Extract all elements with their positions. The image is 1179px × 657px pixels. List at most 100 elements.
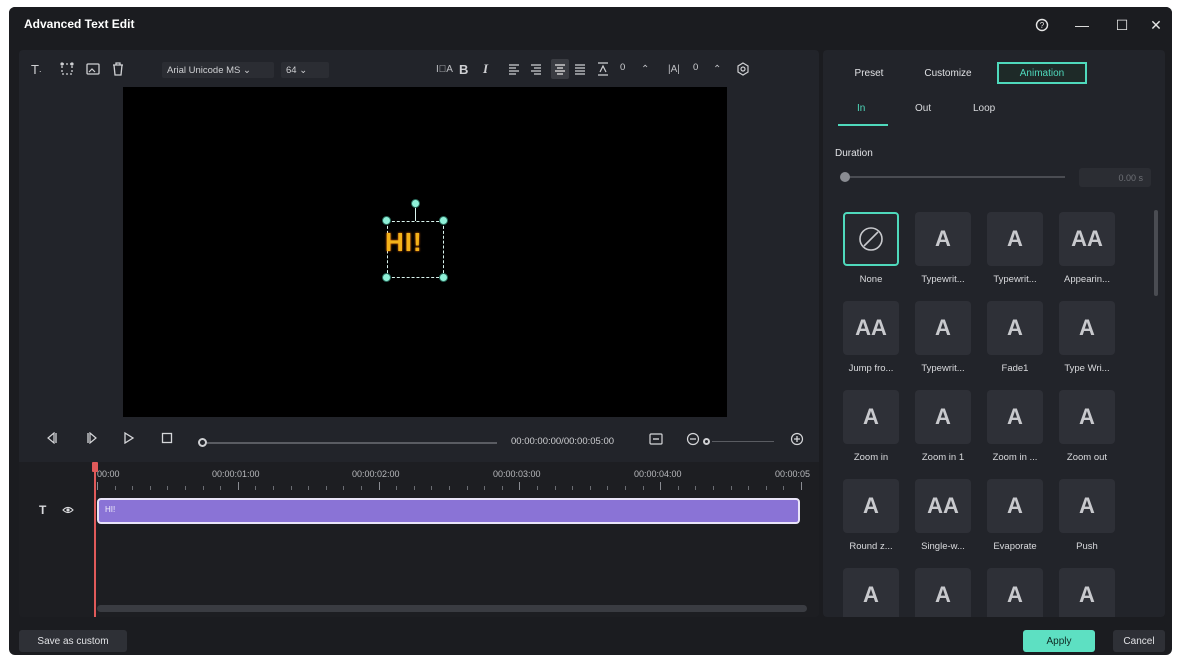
resize-handle-tr[interactable] (439, 216, 448, 225)
subtab-underline (838, 124, 888, 126)
preset-label: None (859, 274, 883, 285)
zoom-out-icon[interactable] (686, 432, 700, 449)
resize-handle-tl[interactable] (382, 216, 391, 225)
playhead[interactable] (94, 462, 96, 617)
align-center-icon[interactable] (551, 59, 569, 79)
animation-preset[interactable]: A (907, 564, 979, 617)
align-left-icon[interactable] (508, 59, 520, 79)
tab-preset[interactable]: Preset (841, 62, 897, 84)
ruler-label: 00:00:02:00 (352, 469, 400, 479)
subtab-in[interactable]: In (857, 103, 865, 114)
line-spacing-icon[interactable] (597, 59, 609, 79)
timeline[interactable]: 00:00 00:00:01:00 00:00:02:00 00:00:03:0… (19, 462, 819, 617)
animation-preset-grid: None A Typewrit... A Typewrit... AA Appearin..… (835, 208, 1145, 617)
playhead-handle[interactable] (92, 462, 98, 472)
tab-animation[interactable]: Animation (997, 62, 1087, 84)
text-toolbar: T. Arial Unicode MS ⌄ 64 ⌄ I⃒A B I 0 ⌃ |… (19, 50, 819, 88)
preview-text[interactable]: HI! (385, 227, 423, 258)
resize-handle-bl[interactable] (382, 273, 391, 282)
rotate-handle[interactable] (411, 199, 420, 208)
ruler-tick (396, 486, 398, 490)
help-icon[interactable]: ? (1029, 13, 1055, 37)
save-as-custom-button[interactable]: Save as custom (19, 630, 127, 652)
timeline-scrollbar[interactable] (97, 605, 807, 612)
animation-preset[interactable]: A Zoom out (1051, 386, 1123, 472)
animation-preset[interactable]: A Typewrit... (979, 208, 1051, 294)
animation-preset[interactable]: A Fade1 (979, 297, 1051, 383)
kerning-icon[interactable]: |A| (668, 59, 680, 79)
text-clip[interactable]: HI! (97, 498, 800, 524)
resize-handle-br[interactable] (439, 273, 448, 282)
ruler-tick (202, 486, 204, 490)
line-spacing-value[interactable]: 0 (620, 62, 625, 73)
add-text-icon[interactable]: T. (31, 59, 41, 79)
subtab-loop[interactable]: Loop (973, 103, 995, 114)
next-frame-icon[interactable] (85, 431, 99, 447)
kerning-value[interactable]: 0 (693, 62, 698, 73)
justify-icon[interactable] (574, 59, 586, 79)
text-effect-icon[interactable] (736, 59, 750, 79)
animation-preset[interactable]: A Zoom in ... (979, 386, 1051, 472)
stop-icon[interactable] (161, 432, 173, 447)
animation-preset[interactable]: A Round z... (835, 475, 907, 561)
font-size-dropdown[interactable]: 64 ⌄ (281, 62, 329, 78)
preset-label: Appearin... (1064, 274, 1110, 285)
preset-label: Typewrit... (921, 274, 965, 285)
spacing-stepper-icon[interactable]: ⌃ (641, 59, 649, 79)
preview-canvas[interactable]: HI! (123, 87, 727, 417)
ruler-tick (554, 486, 556, 490)
animation-preset[interactable]: A Zoom in 1 (907, 386, 979, 472)
zoom-slider[interactable] (712, 441, 774, 442)
animation-preset[interactable]: AA Appearin... (1051, 208, 1123, 294)
ruler-tick (695, 486, 697, 490)
zoom-in-icon[interactable] (790, 432, 804, 449)
text-size-icon[interactable]: I⃒A (436, 59, 453, 79)
font-family-dropdown[interactable]: Arial Unicode MS ⌄ (162, 62, 274, 78)
close-button[interactable]: ✕ (1143, 13, 1169, 37)
playback-scrubber-knob[interactable] (198, 438, 207, 447)
bold-button[interactable]: B (459, 59, 468, 79)
animation-preset[interactable]: A Zoom in (835, 386, 907, 472)
animation-preset[interactable]: AA Single-w... (907, 475, 979, 561)
italic-button[interactable]: I (483, 59, 488, 79)
maximize-button[interactable]: ☐ (1109, 13, 1135, 37)
animation-preset[interactable]: A Evaporate (979, 475, 1051, 561)
tab-customize[interactable]: Customize (911, 62, 985, 84)
animation-preset[interactable]: A Typewrit... (907, 208, 979, 294)
play-icon[interactable] (123, 431, 135, 447)
animation-preset[interactable]: A Type Wri... (1051, 297, 1123, 383)
typewriter-icon: A (987, 212, 1043, 266)
animation-preset[interactable]: A Typewrit... (907, 297, 979, 383)
add-image-icon[interactable] (85, 59, 101, 79)
cancel-button[interactable]: Cancel (1113, 630, 1165, 652)
align-right-icon[interactable] (530, 59, 542, 79)
add-shape-icon[interactable] (59, 59, 75, 79)
fit-icon[interactable] (649, 433, 663, 448)
preset-label: Zoom in ... (992, 452, 1038, 463)
duration-label: Duration (835, 148, 873, 159)
preset-scrollbar[interactable] (1154, 210, 1158, 296)
duration-slider[interactable] (845, 176, 1065, 178)
duration-slider-knob[interactable] (840, 172, 850, 182)
animation-preset[interactable]: A (979, 564, 1051, 617)
playback-scrubber[interactable] (207, 442, 497, 444)
zoom-in-icon: A (915, 390, 971, 444)
delete-icon[interactable] (111, 59, 125, 79)
duration-input[interactable]: 0.00 s (1079, 168, 1151, 187)
prev-frame-icon[interactable] (45, 431, 59, 447)
animation-preset[interactable]: AA Jump fro... (835, 297, 907, 383)
minimize-button[interactable]: — (1069, 13, 1095, 37)
animation-preset[interactable]: A (1051, 564, 1123, 617)
kerning-stepper-icon[interactable]: ⌃ (713, 59, 721, 79)
zoom-slider-knob[interactable] (703, 438, 710, 445)
animation-preset[interactable]: A Push (1051, 475, 1123, 561)
time-ruler[interactable]: 00:00 00:00:01:00 00:00:02:00 00:00:03:0… (97, 462, 813, 492)
apply-button[interactable]: Apply (1023, 630, 1095, 652)
animation-preset[interactable]: A (835, 564, 907, 617)
subtab-out[interactable]: Out (915, 103, 931, 114)
eye-icon[interactable] (62, 504, 74, 518)
ruler-tick (97, 482, 98, 490)
zoom-in-icon: A (843, 390, 899, 444)
animation-preset[interactable]: None (835, 208, 907, 294)
ruler-tick (167, 486, 169, 490)
